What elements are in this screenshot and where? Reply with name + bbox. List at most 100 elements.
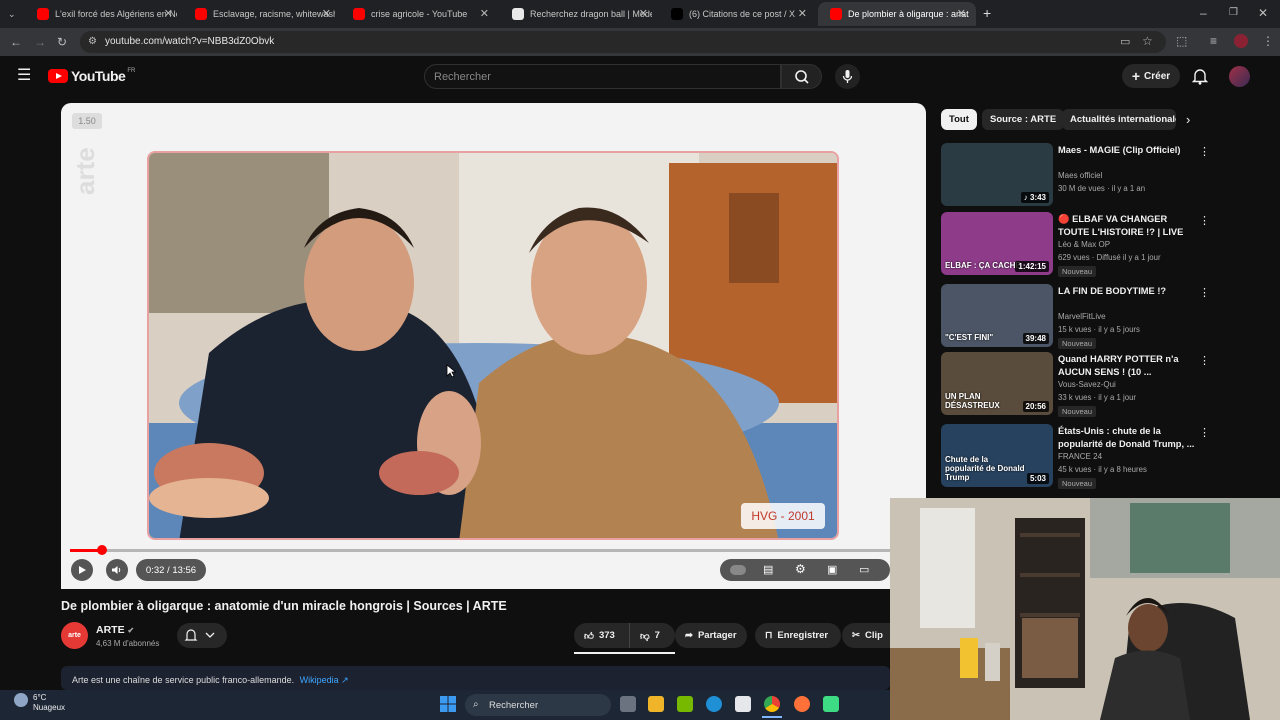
reading-list-icon[interactable]: ≡: [1210, 35, 1217, 47]
video-thumbnail[interactable]: Chute de la popularité de Donald Trump 5:…: [941, 424, 1053, 487]
save-button[interactable]: ⊓ Enregistrer: [755, 623, 841, 648]
channel-avatar[interactable]: arte: [61, 622, 88, 649]
recommended-channel[interactable]: MarvelFitLive: [1058, 312, 1106, 321]
chip-all[interactable]: Tout: [941, 109, 977, 130]
tab-close-icon[interactable]: ✕: [957, 7, 966, 20]
progress-scrubber-handle[interactable]: [97, 545, 107, 555]
tab-close-icon[interactable]: ✕: [798, 7, 807, 20]
youtube-logo[interactable]: YouTube FR: [48, 68, 135, 84]
firefox-browser-icon[interactable]: [794, 696, 810, 712]
tab-search-icon[interactable]: ⌄: [8, 8, 16, 20]
site-info-icon[interactable]: ⚙: [88, 36, 97, 48]
tab-close-icon[interactable]: ✕: [164, 7, 173, 20]
recommended-video[interactable]: ELBAF : ÇA CACHE 1:42:15 🔴 ELBAF VA CHANGE…: [941, 212, 1211, 278]
recommended-channel[interactable]: Léo & Max OP: [1058, 240, 1110, 249]
recommended-title[interactable]: Quand HARRY POTTER n'a AUCUN SENS ! (10 …: [1058, 353, 1198, 379]
tab-close-icon[interactable]: ✕: [322, 7, 331, 20]
region-code: FR: [127, 68, 136, 74]
bookmark-star-icon[interactable]: ☆: [1142, 35, 1153, 47]
search-box[interactable]: [424, 64, 781, 89]
chip-source-arte[interactable]: Source : ARTE: [982, 109, 1065, 130]
browser-tab[interactable]: De plombier à oligarque : anat ✕: [818, 2, 976, 26]
video-thumbnail[interactable]: "C'EST FINI" 39:48: [941, 284, 1053, 347]
dislike-button[interactable]: 👎︎ 7: [629, 623, 675, 648]
new-tab-icon[interactable]: +: [983, 6, 991, 20]
scissors-icon: ✂: [852, 630, 860, 641]
more-actions-icon[interactable]: ⋮: [1199, 214, 1210, 227]
share-button[interactable]: ➦ Partager: [675, 623, 747, 648]
tab-close-icon[interactable]: ✕: [480, 7, 489, 20]
taskbar-search[interactable]: ⌕ Rechercher: [465, 694, 611, 716]
task-view-icon[interactable]: [620, 696, 636, 712]
autoplay-toggle[interactable]: [730, 565, 746, 575]
hamburger-menu-icon[interactable]: ☰: [17, 68, 31, 84]
more-actions-icon[interactable]: ⋮: [1199, 286, 1210, 299]
cast-icon[interactable]: ▭: [859, 563, 869, 576]
profile-avatar[interactable]: [1234, 34, 1248, 48]
windows-start-icon[interactable]: [440, 696, 456, 717]
video-thumbnail[interactable]: ELBAF : ÇA CACHE 1:42:15: [941, 212, 1053, 275]
recommended-video[interactable]: UN PLAN DÉSASTREUX 20:56 Quand HARRY POTTE…: [941, 352, 1211, 418]
android-app-icon[interactable]: [823, 696, 839, 712]
chip-international-news[interactable]: Actualités internationale: [1062, 109, 1176, 130]
tab-close-icon[interactable]: ✕: [639, 7, 648, 20]
weather-widget[interactable]: 6°C Nuageux: [33, 693, 65, 713]
play-button[interactable]: [71, 559, 93, 581]
file-explorer-icon[interactable]: [648, 696, 664, 712]
recommended-title[interactable]: États-Unis : chute de la popularité de D…: [1058, 425, 1198, 451]
channel-name[interactable]: ARTE ✔: [96, 624, 134, 636]
more-actions-icon[interactable]: ⋮: [1199, 426, 1210, 439]
like-button[interactable]: 👍︎ 373: [574, 623, 629, 648]
settings-gear-icon[interactable]: ⚙: [795, 562, 806, 576]
nvidia-app-icon[interactable]: [677, 696, 693, 712]
edge-browser-icon[interactable]: [706, 696, 722, 712]
maximize-icon[interactable]: ❐: [1229, 7, 1238, 19]
recommended-video[interactable]: ♪ 3:43 Maes - MAGIE (Clip Officiel) Maes o…: [941, 143, 1211, 209]
chrome-browser-icon[interactable]: [764, 696, 780, 712]
more-actions-icon[interactable]: ⋮: [1199, 354, 1210, 367]
reload-icon[interactable]: ↻: [57, 36, 67, 48]
search-button[interactable]: [781, 64, 822, 89]
install-app-icon[interactable]: ▭: [1120, 36, 1130, 48]
clip-button[interactable]: ✂ Clip: [842, 623, 890, 648]
recommended-title[interactable]: Maes - MAGIE (Clip Officiel): [1058, 144, 1198, 157]
browser-tab[interactable]: Esclavage, racisme, whitewashin ✕: [183, 2, 341, 26]
progress-bar[interactable]: [70, 549, 890, 552]
browser-menu-icon[interactable]: ⋮: [1262, 35, 1274, 47]
youtube-wordmark: YouTube: [71, 68, 126, 84]
recommended-video[interactable]: Chute de la popularité de Donald Trump 5:…: [941, 424, 1211, 490]
recommended-title[interactable]: LA FIN DE BODYTIME !?: [1058, 285, 1198, 298]
store-app-icon[interactable]: [735, 696, 751, 712]
video-thumbnail[interactable]: ♪ 3:43: [941, 143, 1053, 206]
browser-tab[interactable]: (6) Citations de ce post / X ✕: [659, 2, 817, 26]
forward-icon[interactable]: →: [34, 36, 46, 48]
recommended-channel[interactable]: FRANCE 24: [1058, 452, 1102, 461]
browser-tab[interactable]: L'exil forcé des Algériens en No ✕: [25, 2, 183, 26]
chips-next-chevron-icon[interactable]: ›: [1186, 112, 1190, 127]
minimize-icon[interactable]: –: [1200, 7, 1207, 19]
subtitles-icon[interactable]: ▤: [763, 563, 773, 576]
browser-tab[interactable]: crise agricole - YouTube ✕: [341, 2, 499, 26]
url-text[interactable]: youtube.com/watch?v=NBB3dZ0Obvk: [105, 36, 274, 47]
back-icon[interactable]: ←: [10, 36, 22, 48]
create-button[interactable]: + Créer: [1122, 64, 1180, 88]
browser-tab[interactable]: Recherchez dragon ball | Mode ✕: [500, 2, 658, 26]
weather-icon[interactable]: [14, 693, 28, 707]
miniplayer-icon[interactable]: ▣: [827, 563, 837, 576]
recommended-channel[interactable]: Maes officiel: [1058, 171, 1102, 180]
notifications-bell-icon[interactable]: [1191, 67, 1209, 90]
wikipedia-link[interactable]: Wikipedia ↗: [300, 675, 349, 685]
close-window-icon[interactable]: ✕: [1258, 7, 1268, 19]
search-input[interactable]: [434, 69, 764, 85]
volume-button[interactable]: [106, 559, 128, 581]
extensions-icon[interactable]: ⬚: [1176, 35, 1187, 47]
video-frame[interactable]: [147, 151, 839, 540]
recommended-video[interactable]: "C'EST FINI" 39:48 LA FIN DE BODYTIME !? Ma…: [941, 284, 1211, 350]
account-avatar[interactable]: [1229, 66, 1250, 87]
more-actions-icon[interactable]: ⋮: [1199, 145, 1210, 158]
recommended-title[interactable]: 🔴 ELBAF VA CHANGER TOUTE L'HISTOIRE !? |…: [1058, 213, 1198, 240]
voice-search-button[interactable]: [835, 64, 860, 89]
subscription-bell-button[interactable]: [177, 623, 227, 648]
video-thumbnail[interactable]: UN PLAN DÉSASTREUX 20:56: [941, 352, 1053, 415]
recommended-channel[interactable]: Vous-Savez-Qui: [1058, 380, 1116, 389]
